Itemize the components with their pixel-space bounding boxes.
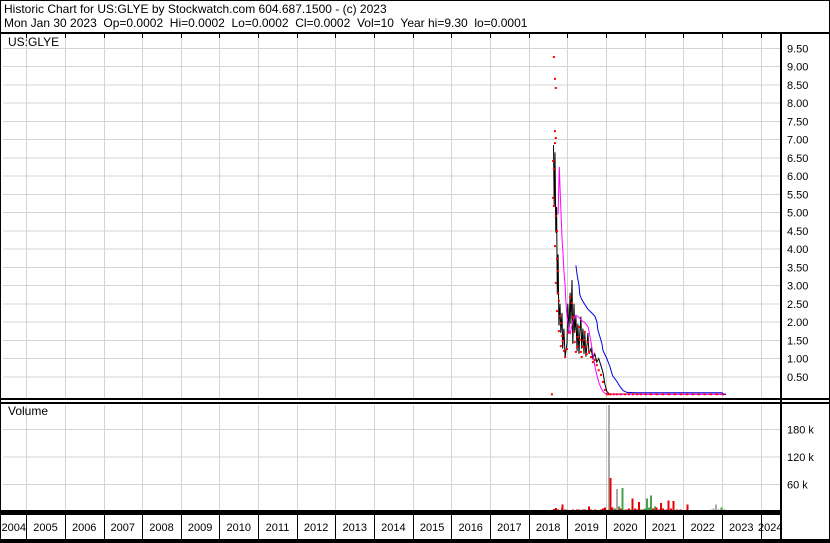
svg-text:2006: 2006 <box>72 522 96 534</box>
price-volume-separator-bottom <box>1 402 829 404</box>
svg-text:9.50: 9.50 <box>787 43 808 55</box>
svg-text:2016: 2016 <box>458 522 482 534</box>
chart-right-border <box>780 32 782 542</box>
svg-text:2023: 2023 <box>729 522 753 534</box>
svg-text:2021: 2021 <box>652 522 676 534</box>
price-line <box>553 144 726 395</box>
svg-text:3.50: 3.50 <box>787 262 808 274</box>
svg-text:2014: 2014 <box>381 522 405 534</box>
svg-text:1.00: 1.00 <box>787 354 808 366</box>
stock-chart-window: Historic Chart for US:GLYE by Stockwatch… <box>0 0 830 543</box>
svg-text:2015: 2015 <box>420 522 444 534</box>
svg-text:180 k: 180 k <box>787 425 814 437</box>
svg-text:0.50: 0.50 <box>787 372 808 384</box>
svg-text:5.00: 5.00 <box>787 208 808 220</box>
svg-text:2024: 2024 <box>758 522 782 534</box>
svg-text:2017: 2017 <box>497 522 521 534</box>
svg-text:120 k: 120 k <box>787 452 814 464</box>
svg-text:6.00: 6.00 <box>787 171 808 183</box>
svg-text:5.50: 5.50 <box>787 189 808 201</box>
svg-text:2.50: 2.50 <box>787 299 808 311</box>
axis-ticks <box>26 34 762 539</box>
ma-slow-line <box>575 265 726 395</box>
ma-fast-line <box>557 166 726 395</box>
svg-text:2011: 2011 <box>266 522 290 534</box>
year-axis-labels: 2004 2005 2006 2007 2008 2009 2010 2011 2012 2013… <box>2 522 783 534</box>
svg-text:7.00: 7.00 <box>787 135 808 147</box>
svg-text:1.50: 1.50 <box>787 335 808 347</box>
volume-baseline <box>1 510 782 515</box>
svg-text:60 k: 60 k <box>787 480 808 492</box>
chart-canvas: 9.50 9.00 8.50 8.00 7.50 7.00 6.50 6.00 5.50 5.00… <box>2 34 814 539</box>
svg-text:2004: 2004 <box>2 522 26 534</box>
svg-text:3.00: 3.00 <box>787 281 808 293</box>
svg-text:2020: 2020 <box>613 522 637 534</box>
svg-text:2010: 2010 <box>227 522 251 534</box>
price-panel-symbol-label: US:GLYE <box>8 35 60 49</box>
svg-text:2.00: 2.00 <box>787 317 808 329</box>
svg-text:8.50: 8.50 <box>787 80 808 92</box>
volume-bars <box>545 405 726 513</box>
svg-text:2019: 2019 <box>574 522 598 534</box>
svg-text:2007: 2007 <box>111 522 135 534</box>
volume-axis-labels: 180 k 120 k 60 k <box>787 425 814 492</box>
svg-text:4.00: 4.00 <box>787 244 808 256</box>
price-axis-labels: 9.50 9.00 8.50 8.00 7.50 7.00 6.50 6.00 5.50 5.00… <box>787 43 808 384</box>
svg-text:7.50: 7.50 <box>787 116 808 128</box>
svg-text:4.50: 4.50 <box>787 226 808 238</box>
volume-panel-label: Volume <box>8 404 49 418</box>
price-volume-separator-top <box>1 398 829 400</box>
svg-text:2005: 2005 <box>33 522 57 534</box>
svg-text:2022: 2022 <box>690 522 714 534</box>
svg-text:2018: 2018 <box>536 522 560 534</box>
svg-text:2012: 2012 <box>304 522 328 534</box>
svg-text:6.50: 6.50 <box>787 153 808 165</box>
svg-text:8.00: 8.00 <box>787 98 808 110</box>
svg-text:2009: 2009 <box>188 522 212 534</box>
years-strip-bottom-border <box>1 539 829 542</box>
svg-text:2008: 2008 <box>149 522 173 534</box>
grid-lines <box>3 34 780 512</box>
svg-text:9.00: 9.00 <box>787 62 808 74</box>
svg-text:2013: 2013 <box>343 522 367 534</box>
